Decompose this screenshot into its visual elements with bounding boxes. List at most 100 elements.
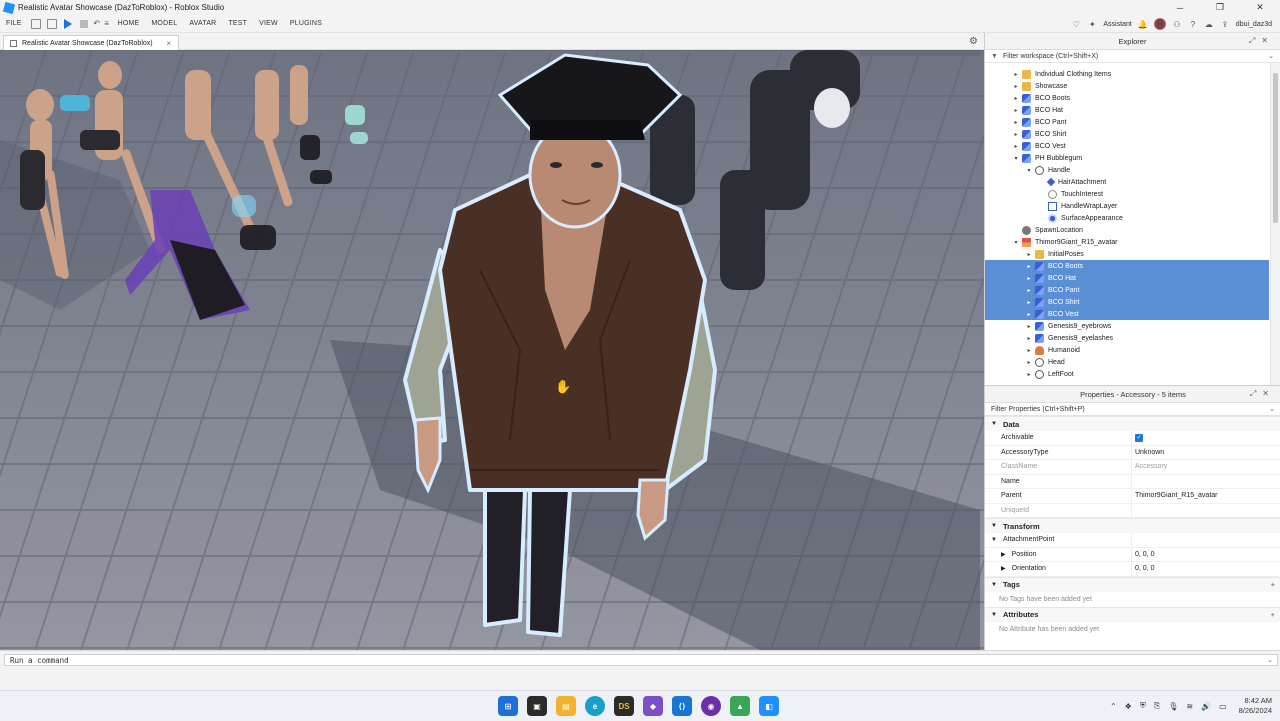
collapsed-arrow-icon[interactable]: ▸ bbox=[1025, 263, 1033, 270]
command-input[interactable]: Run a command ⌄ bbox=[4, 654, 1278, 666]
collapsed-arrow-icon[interactable]: ▸ bbox=[1012, 107, 1020, 114]
heart-icon[interactable]: ♡ bbox=[1071, 19, 1081, 29]
expand-arrow-icon[interactable]: ▶ bbox=[1001, 565, 1006, 572]
tab-model[interactable]: MODEL bbox=[145, 20, 183, 27]
collapsed-arrow-icon[interactable]: ▸ bbox=[1025, 299, 1033, 306]
battery-icon[interactable]: ▭ bbox=[1219, 702, 1227, 711]
help-icon[interactable]: ? bbox=[1188, 19, 1198, 29]
explorer-filter-input[interactable]: ▼ Filter workspace (Ctrl+Shift+X) ⌄ bbox=[985, 50, 1280, 63]
tree-item[interactable]: ▸ Head bbox=[985, 356, 1269, 368]
collapsed-arrow-icon[interactable]: ▸ bbox=[1012, 83, 1020, 90]
tree-item[interactable]: SurfaceAppearance bbox=[985, 212, 1269, 224]
collapsed-arrow-icon[interactable]: ▸ bbox=[1025, 287, 1033, 294]
team-icon[interactable]: ⚇ bbox=[1172, 19, 1182, 29]
tree-item[interactable]: ▸ BCO Pant bbox=[985, 116, 1269, 128]
start-icon[interactable]: ⊞ bbox=[498, 696, 518, 716]
notifications-icon[interactable]: 🔔 bbox=[1138, 19, 1148, 29]
microphone-icon[interactable]: 🎙 bbox=[1168, 702, 1178, 711]
daz-studio-icon[interactable]: DS bbox=[614, 696, 634, 716]
avatar[interactable] bbox=[1153, 18, 1166, 30]
obs-icon[interactable]: ◉ bbox=[701, 696, 721, 716]
tree-item[interactable]: ▸ Showcase bbox=[985, 80, 1269, 92]
prop-position[interactable]: ▶ Position 0, 0, 0 bbox=[985, 547, 1280, 562]
explorer-window-buttons[interactable]: ⤢✕ bbox=[1249, 36, 1274, 46]
prop-value[interactable]: 0, 0, 0 bbox=[1132, 551, 1154, 558]
new-file-icon[interactable] bbox=[30, 18, 41, 29]
archivable-checkbox[interactable]: ✓ bbox=[1135, 433, 1143, 442]
tree-item[interactable]: ▾ Handle bbox=[985, 164, 1269, 176]
visual-studio-icon[interactable]: ◆ bbox=[643, 696, 663, 716]
tab-view[interactable]: VIEW bbox=[253, 20, 284, 27]
collapsed-arrow-icon[interactable]: ▸ bbox=[1025, 311, 1033, 318]
vscode-icon[interactable]: ⟨⟩ bbox=[672, 696, 692, 716]
tab-avatar[interactable]: AVATAR bbox=[183, 20, 222, 27]
tree-item[interactable]: ▸ BCO Vest bbox=[985, 140, 1269, 152]
quick-access-chevron-icon[interactable]: ≡ bbox=[102, 19, 112, 29]
scrollbar-thumb[interactable] bbox=[1273, 73, 1278, 223]
prop-orientation[interactable]: ▶ Orientation 0, 0, 0 bbox=[985, 562, 1280, 577]
expanded-arrow-icon[interactable]: ▾ bbox=[1025, 167, 1033, 174]
collapsed-arrow-icon[interactable]: ▸ bbox=[1012, 143, 1020, 150]
chevron-down-icon[interactable]: ⌄ bbox=[1267, 656, 1273, 664]
tree-item[interactable]: ▸ InitialPoses bbox=[985, 248, 1269, 260]
prop-archivable[interactable]: Archivable ✓ bbox=[985, 431, 1280, 446]
tab-test[interactable]: TEST bbox=[222, 20, 253, 27]
explorer-scrollbar[interactable] bbox=[1270, 63, 1280, 385]
tree-item[interactable]: ▾ Thimor9Giant_R15_avatar bbox=[985, 236, 1269, 248]
expand-arrow-icon[interactable]: ▼ bbox=[991, 537, 997, 543]
collapsed-arrow-icon[interactable]: ▸ bbox=[1025, 371, 1033, 378]
section-tags[interactable]: ▼ Tags + bbox=[985, 576, 1280, 592]
prop-value[interactable]: Thimor9Giant_R15_avatar bbox=[1132, 492, 1218, 499]
tree-item[interactable]: SpawnLocation bbox=[985, 224, 1269, 236]
tree-item[interactable]: ▸ BCO Hat bbox=[985, 272, 1269, 284]
collapsed-arrow-icon[interactable]: ▸ bbox=[1025, 251, 1033, 258]
prop-value[interactable]: Unknown bbox=[1132, 449, 1164, 456]
prop-parent[interactable]: Parent Thimor9Giant_R15_avatar bbox=[985, 489, 1280, 504]
tree-item[interactable]: ▸ BCO Vest bbox=[985, 308, 1269, 320]
undo-icon[interactable]: ↶ bbox=[92, 19, 102, 29]
save-icon[interactable] bbox=[46, 18, 57, 29]
tree-item[interactable]: ▸ BCO Hat bbox=[985, 104, 1269, 116]
prop-name-field[interactable]: Name bbox=[985, 474, 1280, 489]
expanded-arrow-icon[interactable]: ▾ bbox=[1012, 239, 1020, 246]
tree-item[interactable]: TouchInterest bbox=[985, 188, 1269, 200]
properties-filter-input[interactable]: Filter Properties (Ctrl+Shift+P) ⌄ bbox=[985, 403, 1280, 416]
expanded-arrow-icon[interactable]: ▾ bbox=[1012, 155, 1020, 162]
tree-item[interactable]: ▸ Individual Clothing Items bbox=[985, 68, 1269, 80]
file-explorer-icon[interactable]: ▤ bbox=[556, 696, 576, 716]
tree-item[interactable]: HandleWrapLayer bbox=[985, 200, 1269, 212]
share-icon[interactable]: ⇪ bbox=[1220, 19, 1230, 29]
wifi-icon[interactable]: ≋ bbox=[1186, 702, 1193, 711]
viewport-settings-icon[interactable]: ⚙ bbox=[969, 36, 978, 47]
tree-item[interactable]: ▸ BCO Shirt bbox=[985, 128, 1269, 140]
edge-icon[interactable]: e bbox=[585, 696, 605, 716]
add-attribute-icon[interactable]: + bbox=[1271, 610, 1275, 619]
properties-window-buttons[interactable]: ⤢✕ bbox=[1250, 389, 1275, 399]
security-icon[interactable]: ⛨ bbox=[1140, 701, 1146, 711]
expand-arrow-icon[interactable]: ▶ bbox=[1001, 551, 1006, 558]
tree-item[interactable]: ▸ Genesis9_eyelashes bbox=[985, 332, 1269, 344]
section-data[interactable]: ▼ Data bbox=[985, 416, 1280, 431]
collapsed-arrow-icon[interactable]: ▸ bbox=[1025, 347, 1033, 354]
collapsed-arrow-icon[interactable]: ▸ bbox=[1012, 119, 1020, 126]
tree-item[interactable]: ▸ BCO Pant bbox=[985, 284, 1269, 296]
prop-accessory-type[interactable]: AccessoryType Unknown bbox=[985, 445, 1280, 460]
task-view-icon[interactable]: ▣ bbox=[527, 696, 547, 716]
photos-icon[interactable]: ▲ bbox=[730, 696, 750, 716]
prop-value[interactable]: 0, 0, 0 bbox=[1132, 565, 1154, 572]
assistant-button[interactable]: Assistant bbox=[1103, 21, 1131, 28]
collapsed-arrow-icon[interactable]: ▸ bbox=[1025, 275, 1033, 282]
document-tab[interactable]: Realistic Avatar Showcase (DazToRoblox) … bbox=[3, 35, 179, 50]
stop-icon[interactable] bbox=[79, 19, 88, 28]
volume-icon[interactable]: 🔊 bbox=[1201, 702, 1211, 711]
tree-item[interactable]: ▸ BCO Boots bbox=[985, 260, 1269, 272]
tree-item[interactable]: ▸ BCO Shirt bbox=[985, 296, 1269, 308]
username[interactable]: dbui_daz3d bbox=[1236, 21, 1272, 28]
viewport-3d[interactable]: ✋ bbox=[0, 50, 984, 650]
tab-home[interactable]: HOME bbox=[112, 20, 146, 27]
collapsed-arrow-icon[interactable]: ▸ bbox=[1012, 131, 1020, 138]
maximize-button[interactable]: ❐ bbox=[1200, 0, 1240, 15]
close-window-button[interactable]: ✕ bbox=[1240, 0, 1280, 15]
section-transform[interactable]: ▼ Transform bbox=[985, 518, 1280, 533]
collapsed-arrow-icon[interactable]: ▸ bbox=[1025, 359, 1033, 366]
